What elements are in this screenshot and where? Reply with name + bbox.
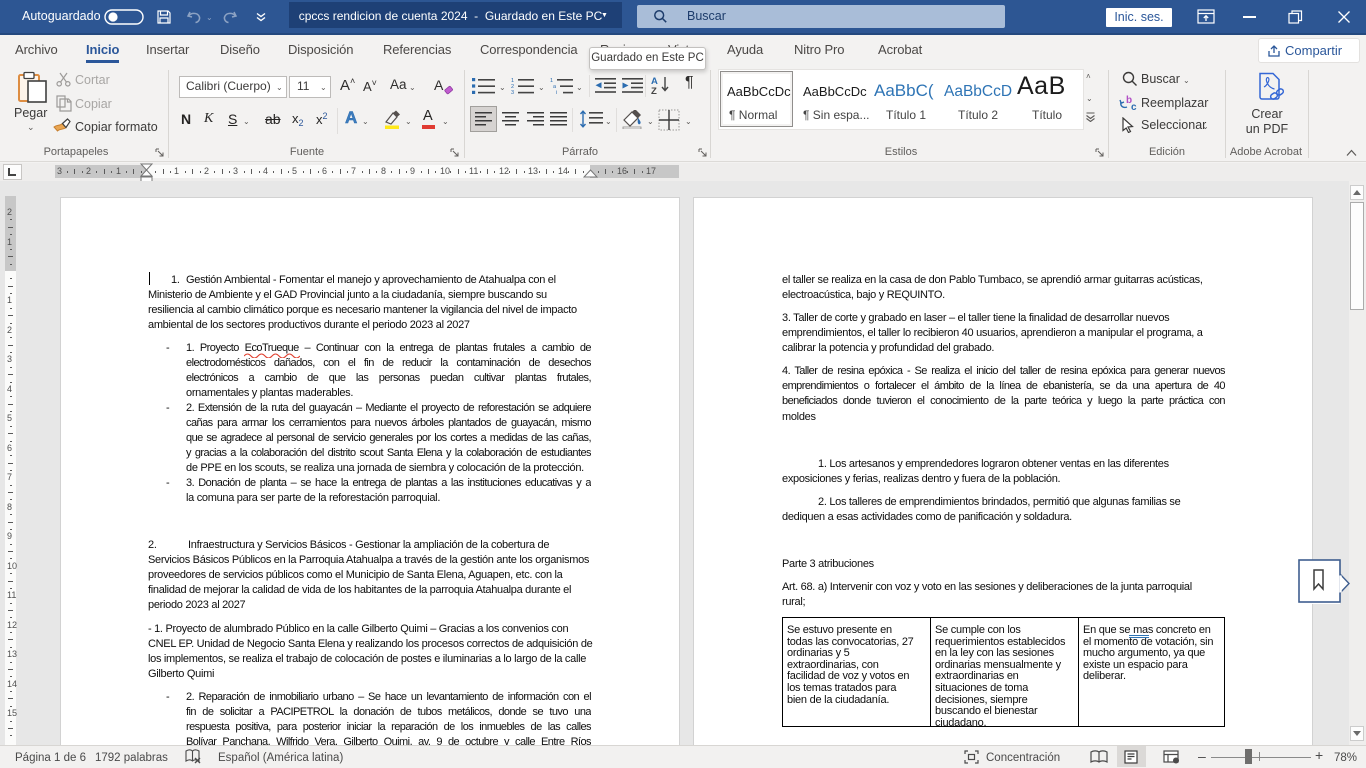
svg-text:c: c: [1131, 102, 1137, 112]
svg-text:i: i: [556, 90, 557, 95]
svg-text:3: 3: [511, 90, 514, 95]
svg-text:Z: Z: [651, 86, 657, 95]
